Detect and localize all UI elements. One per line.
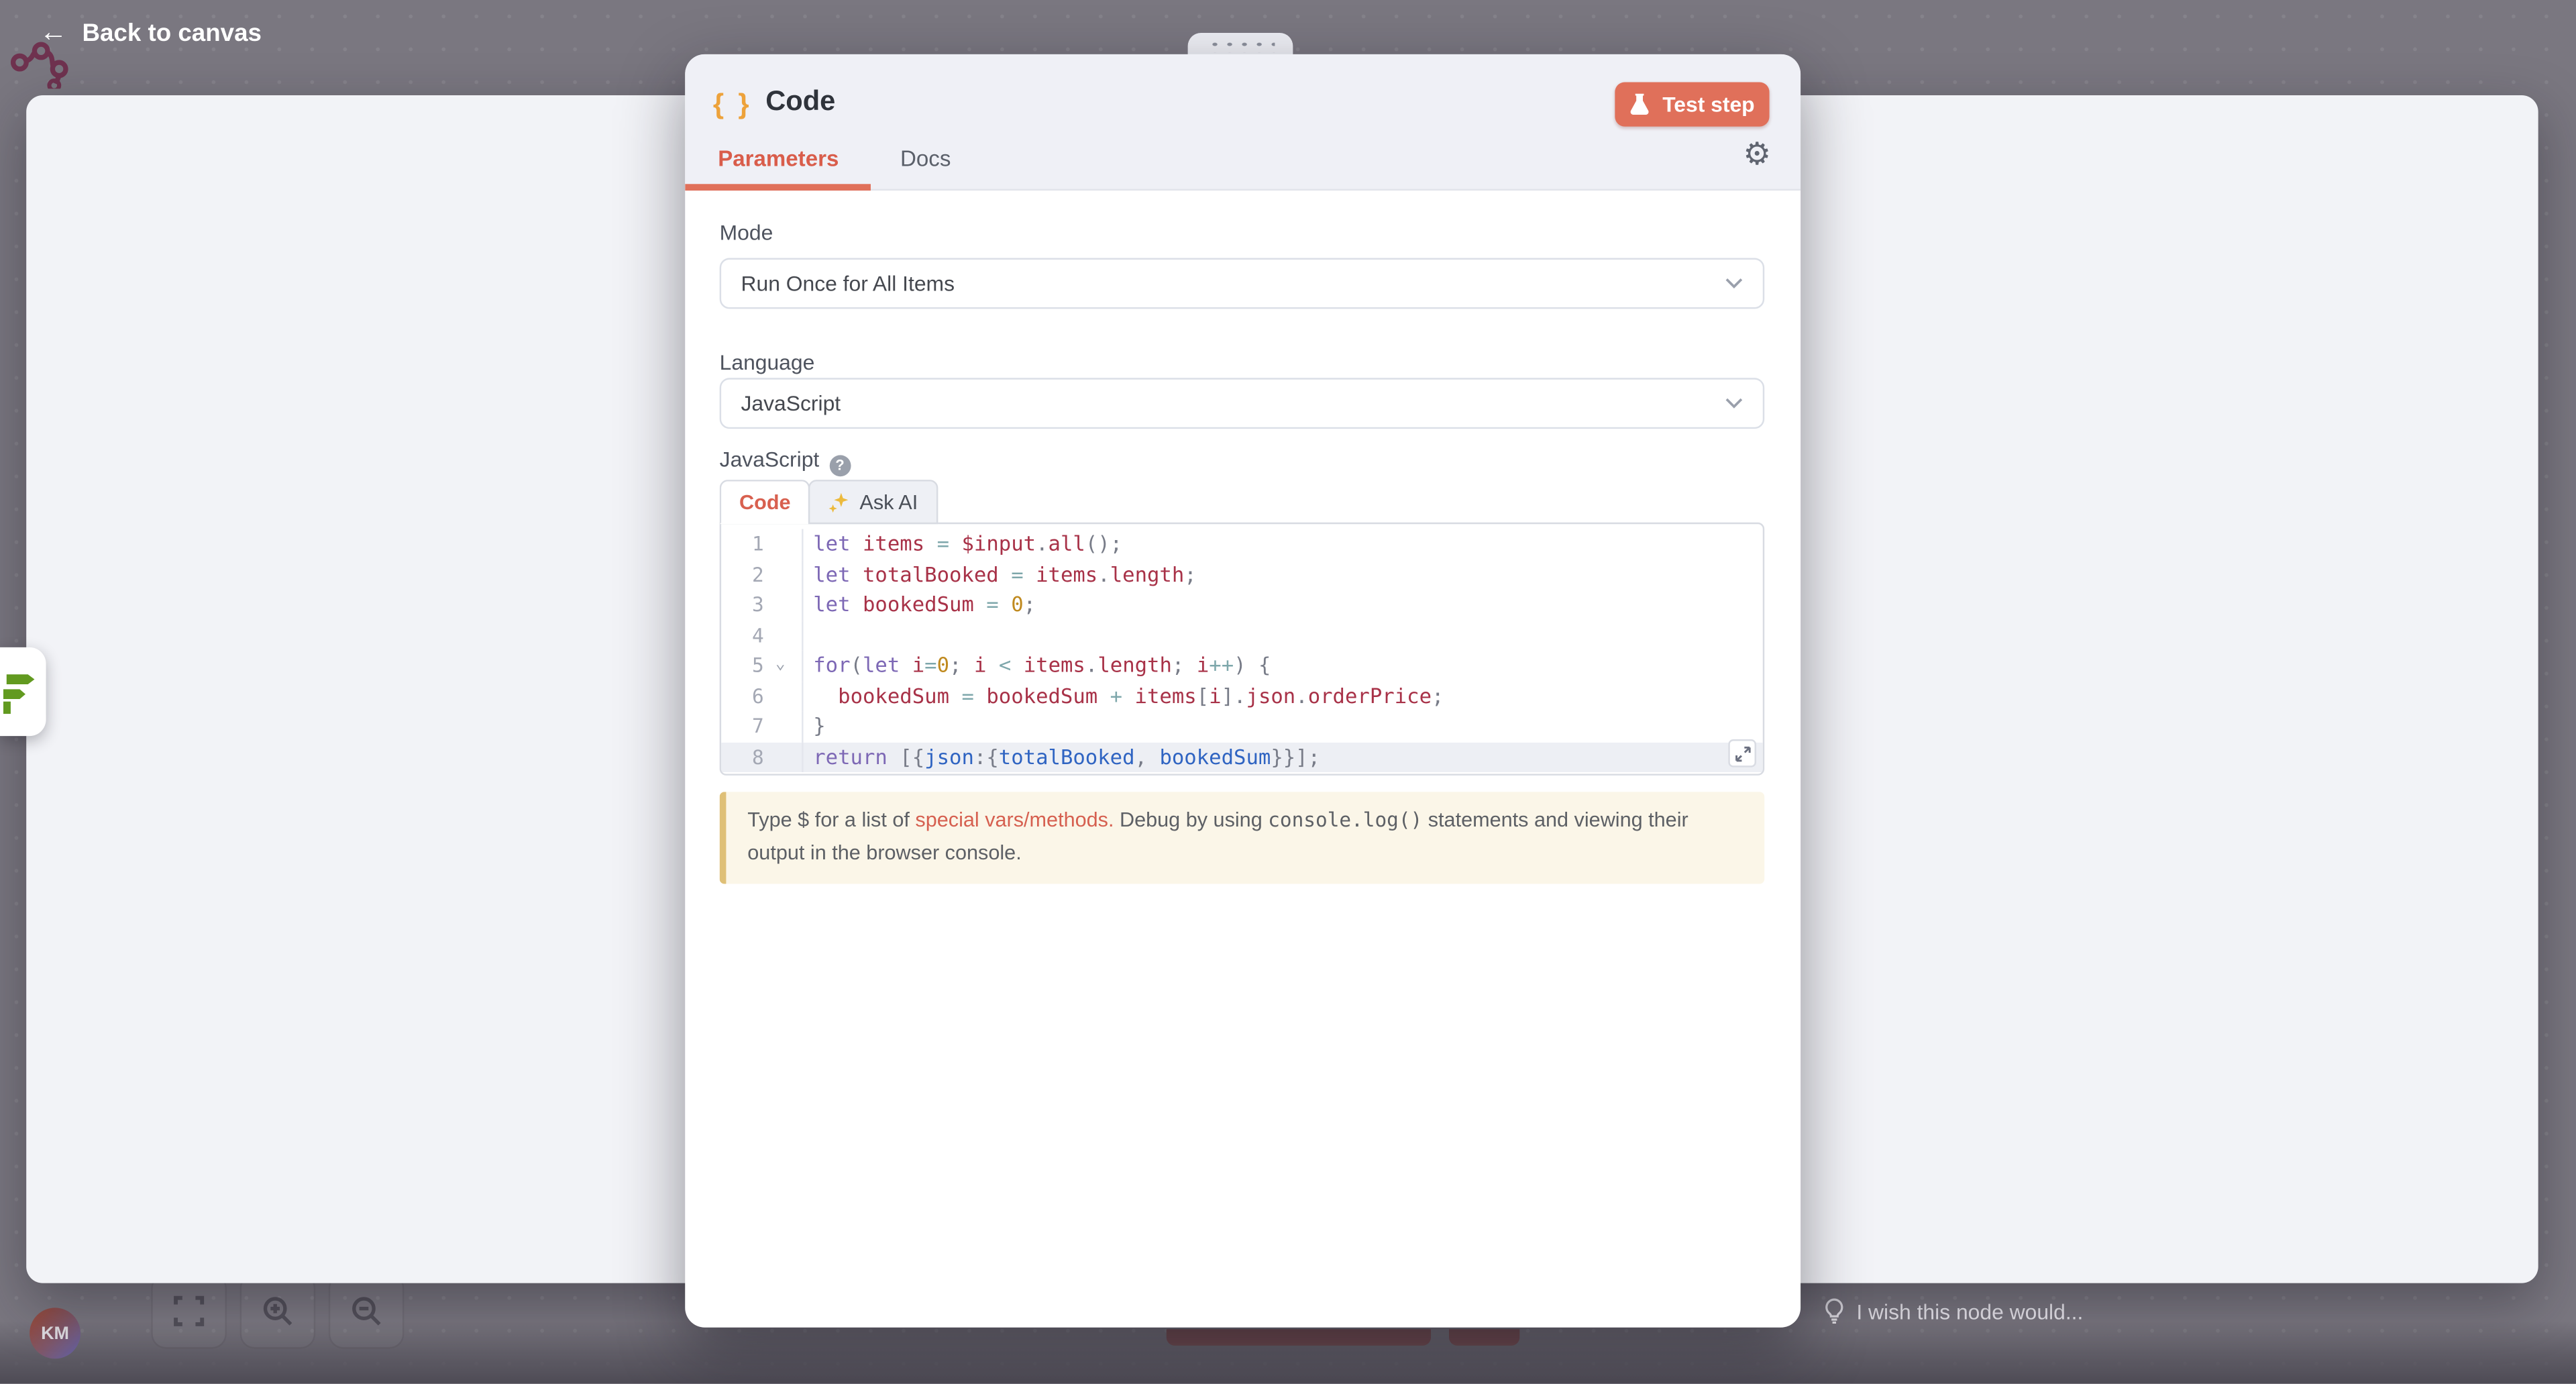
dimmed-secondary-button	[1449, 1329, 1519, 1345]
language-label: Language	[720, 350, 815, 375]
canvas-controls	[151, 1273, 404, 1349]
code-line[interactable]: 6 bookedSum = bookedSum + items[i].json.…	[721, 681, 1763, 711]
language-select[interactable]: JavaScript	[720, 378, 1765, 429]
lightbulb-icon	[1823, 1298, 1845, 1324]
tab-parameters[interactable]: Parameters	[718, 146, 839, 171]
language-value: JavaScript	[741, 391, 841, 416]
mode-label: Mode	[720, 220, 773, 245]
tab-docs[interactable]: Docs	[900, 146, 951, 171]
node-feedback-label: I wish this node would...	[1856, 1299, 2083, 1324]
flask-icon	[1629, 93, 1651, 115]
fold-chevron-icon[interactable]: ⌄	[764, 651, 797, 681]
code-line[interactable]: 2let totalBooked = items.length;	[721, 560, 1763, 590]
mode-select[interactable]: Run Once for All Items	[720, 258, 1765, 309]
fit-view-button[interactable]	[151, 1273, 227, 1349]
line-number: 3	[721, 590, 803, 620]
if-node-icon	[3, 669, 43, 715]
gear-icon[interactable]: ⚙	[1743, 140, 1771, 171]
line-number: 8	[721, 742, 803, 772]
line-number: 4	[721, 620, 803, 650]
editor-label: JavaScript?	[720, 447, 851, 472]
help-icon[interactable]: ?	[829, 454, 851, 476]
back-to-canvas-button[interactable]: ← Back to canvas	[40, 19, 262, 48]
zoom-out-button[interactable]	[329, 1273, 405, 1349]
code-editor[interactable]: 1let items = $input.all();2let totalBook…	[720, 523, 1765, 776]
zoom-out-icon	[350, 1295, 383, 1328]
zoom-in-icon	[261, 1295, 294, 1328]
chevron-down-icon	[1725, 398, 1743, 409]
editor-hint: Type $ for a list of special vars/method…	[720, 792, 1765, 883]
line-number: 7	[721, 711, 803, 741]
test-step-label: Test step	[1662, 92, 1754, 117]
canvas-overlay: KM I wish this node would... ← Back to c…	[0, 0, 2576, 1383]
sparkles-icon	[828, 490, 850, 513]
expand-editor-button[interactable]	[1728, 739, 1756, 767]
code-line[interactable]: 7}	[721, 711, 1763, 741]
code-lines: 1let items = $input.all();2let totalBook…	[721, 529, 1763, 772]
mode-value: Run Once for All Items	[741, 271, 955, 296]
fit-view-icon	[172, 1295, 205, 1328]
special-vars-link[interactable]: special vars/methods.	[915, 808, 1114, 831]
avatar[interactable]: KM	[30, 1308, 80, 1359]
back-to-canvas-label: Back to canvas	[82, 19, 262, 48]
drag-dots-icon	[1207, 39, 1274, 52]
code-line[interactable]: 8return [{json:{totalBooked, bookedSum}}…	[721, 742, 1763, 772]
editor-tab-ask-ai[interactable]: Ask AI	[809, 480, 938, 524]
screen: KM I wish this node would... ← Back to c…	[0, 0, 2576, 1383]
editor-tab-code[interactable]: Code	[720, 480, 810, 524]
expand-icon	[1734, 745, 1750, 761]
line-number: 2	[721, 560, 803, 590]
code-line[interactable]: 5⌄for(let i=0; i < items.length; i++) {	[721, 651, 1763, 681]
code-line[interactable]: 3let bookedSum = 0;	[721, 590, 1763, 620]
node-header: { } Code Test step Parameters Docs ⚙	[685, 54, 1801, 191]
line-number: 5⌄	[721, 651, 803, 681]
node-settings-pane: { } Code Test step Parameters Docs ⚙ Mod…	[685, 54, 1801, 1328]
code-line[interactable]: 1let items = $input.all();	[721, 529, 1763, 560]
back-arrow-icon: ←	[40, 18, 68, 46]
node-feedback-link[interactable]: I wish this node would...	[1823, 1298, 2083, 1324]
line-number: 6	[721, 681, 803, 711]
active-tab-underline	[685, 184, 871, 191]
zoom-in-button[interactable]	[240, 1273, 316, 1349]
line-number: 1	[721, 529, 803, 560]
code-node-icon: { }	[713, 89, 753, 121]
dimmed-primary-button	[1167, 1329, 1431, 1345]
node-title: Code	[765, 85, 835, 118]
chevron-down-icon	[1725, 278, 1743, 289]
test-step-button[interactable]: Test step	[1615, 82, 1769, 126]
editor-tabs: Code Ask AI	[720, 480, 938, 524]
code-line[interactable]: 4	[721, 620, 1763, 650]
input-node-chip[interactable]	[0, 647, 46, 736]
